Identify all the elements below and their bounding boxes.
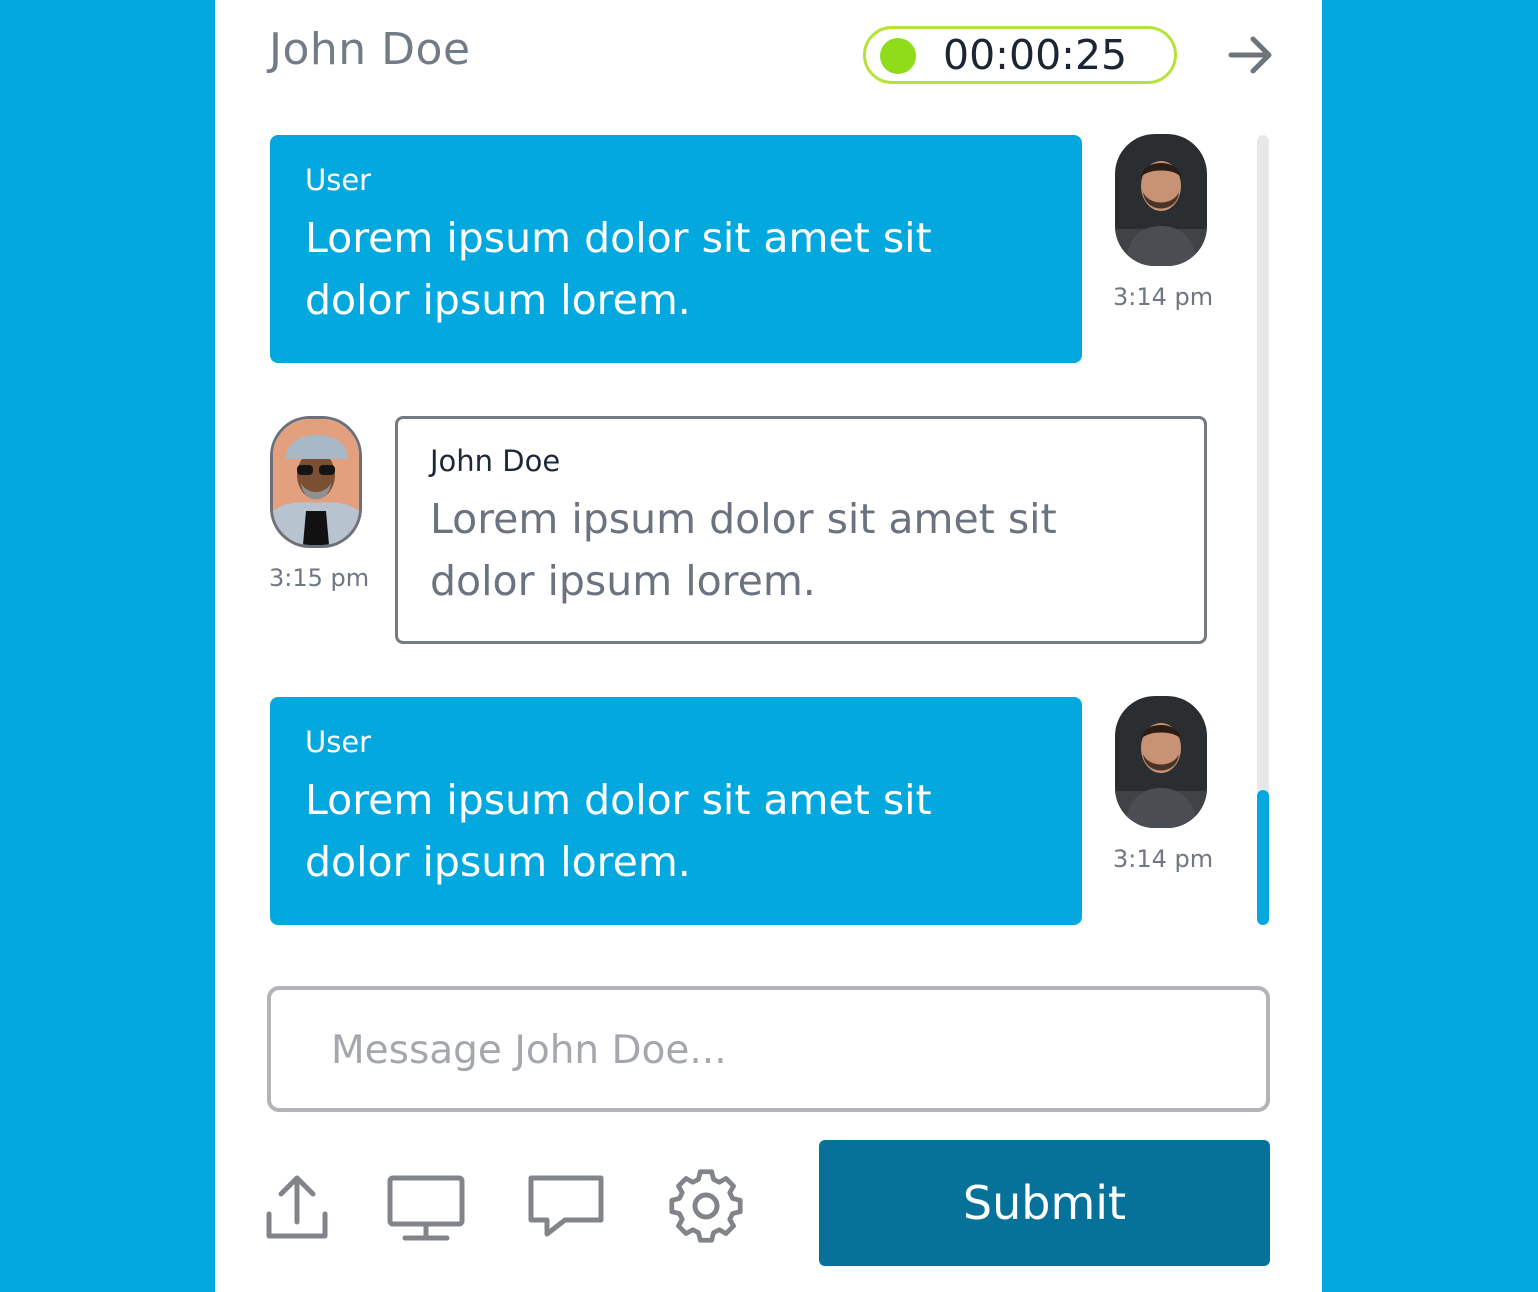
avatar-john-doe	[270, 416, 362, 548]
submit-button[interactable]: Submit	[819, 1140, 1270, 1266]
message-input-box[interactable]	[267, 986, 1270, 1112]
message-time: 3:14 pm	[1113, 845, 1214, 873]
chat-icon[interactable]	[527, 1168, 607, 1244]
message-sender: User	[305, 725, 372, 759]
message-bubble-agent: John Doe Lorem ipsum dolor sit amet sit …	[395, 416, 1207, 644]
settings-icon[interactable]	[667, 1168, 747, 1244]
timer-text: 00:00:25	[943, 31, 1128, 79]
message-scrollbar[interactable]	[1257, 135, 1269, 925]
status-dot-icon	[880, 38, 916, 74]
arrow-right-icon[interactable]	[1227, 34, 1275, 76]
message-bubble-user: User Lorem ipsum dolor sit amet sit dolo…	[270, 697, 1082, 925]
chat-panel: John Doe 00:00:25 User Lorem ipsum dolor…	[215, 0, 1322, 1292]
message-sender: User	[305, 163, 372, 197]
message-time: 3:15 pm	[269, 564, 370, 592]
contact-name: John Doe	[269, 24, 471, 75]
message-time: 3:14 pm	[1113, 283, 1214, 311]
message-text: Lorem ipsum dolor sit amet sit dolor ips…	[305, 214, 932, 324]
message-bubble-user: User Lorem ipsum dolor sit amet sit dolo…	[270, 135, 1082, 363]
call-timer: 00:00:25	[863, 26, 1177, 84]
scrollbar-thumb[interactable]	[1257, 790, 1269, 925]
upload-icon[interactable]	[263, 1168, 343, 1244]
avatar-user	[1115, 696, 1207, 828]
message-input[interactable]	[331, 1020, 1231, 1080]
avatar-user	[1115, 134, 1207, 266]
screen-share-icon[interactable]	[387, 1168, 467, 1244]
message-text: Lorem ipsum dolor sit amet sit dolor ips…	[305, 776, 932, 886]
message-text: Lorem ipsum dolor sit amet sit dolor ips…	[430, 495, 1057, 605]
message-sender: John Doe	[430, 444, 561, 478]
